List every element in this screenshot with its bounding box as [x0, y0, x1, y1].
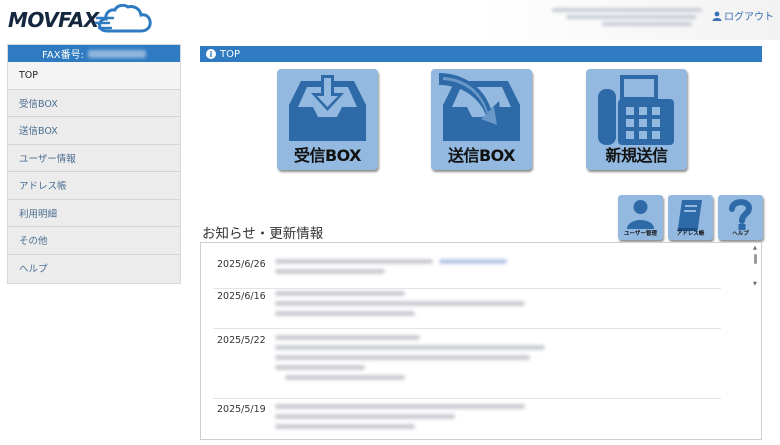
logout-link[interactable]: ログアウト: [712, 8, 774, 23]
new-send-tile-button[interactable]: 新規送信: [586, 69, 687, 170]
page-title: TOP: [220, 48, 241, 60]
account-info-blurred: [552, 5, 702, 35]
sidebar-item-help[interactable]: ヘルプ: [8, 255, 180, 283]
new-send-tile-label: 新規送信: [605, 146, 668, 165]
inbox-tile-button[interactable]: 受信BOX: [277, 69, 378, 170]
sidebar-item-outbox[interactable]: 送信BOX: [8, 117, 180, 145]
logout-label: ログアウト: [724, 12, 774, 23]
sidebar-item-usage[interactable]: 利用明細: [8, 200, 180, 227]
news-list[interactable]: 2025/6/26 2025/6/16 2025/5/22 2025/5/19 …: [200, 242, 762, 440]
news-item[interactable]: 2025/6/26: [213, 259, 721, 289]
sidebar: FAX番号: TOP 受信BOX 送信BOX ユーザー情報 アドレス帳 利用明細…: [7, 44, 181, 284]
fax-number-blurred: [87, 49, 146, 58]
page: MOVFAX ログアウト FAX番号: TOP 受信BOX 送信BOX ユーザー…: [0, 0, 780, 445]
scroll-up-icon[interactable]: ▲: [753, 245, 757, 251]
sidebar-item-inbox[interactable]: 受信BOX: [8, 90, 180, 117]
news-item[interactable]: 2025/5/19: [213, 404, 721, 439]
news-text-blurred: [275, 259, 715, 279]
news-date: 2025/6/26: [217, 259, 266, 270]
news-text-blurred: [275, 335, 715, 385]
scroll-down-icon[interactable]: ▼: [753, 281, 757, 287]
outbox-tile-label: 送信BOX: [447, 146, 516, 165]
help-label: ヘルプ: [732, 231, 749, 237]
user-management-label: ユーザー管理: [624, 231, 657, 237]
help-button[interactable]: ヘルプ: [718, 195, 763, 240]
user-management-button[interactable]: ユーザー管理: [618, 195, 663, 240]
user-icon: [712, 11, 722, 21]
fax-number-label: FAX番号:: [42, 50, 84, 61]
sidebar-item-address-book[interactable]: アドレス帳: [8, 172, 180, 200]
sidebar-item-top[interactable]: TOP: [8, 62, 180, 90]
news-date: 2025/6/16: [217, 291, 266, 302]
news-date: 2025/5/22: [217, 335, 266, 346]
news-text-blurred: [275, 291, 715, 321]
sidebar-item-other[interactable]: その他: [8, 227, 180, 255]
page-title-bar: i TOP: [200, 46, 762, 62]
news-date: 2025/5/19: [217, 404, 266, 415]
news-section-title: お知らせ・更新情報: [202, 226, 324, 242]
outbox-tile-button[interactable]: 送信BOX: [431, 69, 532, 170]
scroll-thumb[interactable]: [754, 254, 757, 264]
inbox-tile-label: 受信BOX: [293, 146, 362, 165]
news-scrollbar[interactable]: ▲ ▼: [752, 245, 759, 439]
news-item[interactable]: 2025/6/16: [213, 291, 721, 329]
news-item[interactable]: 2025/5/22: [213, 335, 721, 399]
header: MOVFAX ログアウト: [0, 0, 780, 40]
info-icon: i: [206, 49, 216, 59]
brand-text: MOVFAX: [8, 8, 99, 32]
cloud-icon: [94, 4, 152, 33]
address-book-label: アドレス帳: [676, 231, 705, 237]
sidebar-item-user-info[interactable]: ユーザー情報: [8, 145, 180, 172]
address-book-button[interactable]: アドレス帳: [668, 195, 713, 240]
news-text-blurred: [275, 404, 715, 434]
fax-number-header: FAX番号:: [8, 45, 180, 62]
logo[interactable]: MOVFAX: [8, 4, 153, 36]
